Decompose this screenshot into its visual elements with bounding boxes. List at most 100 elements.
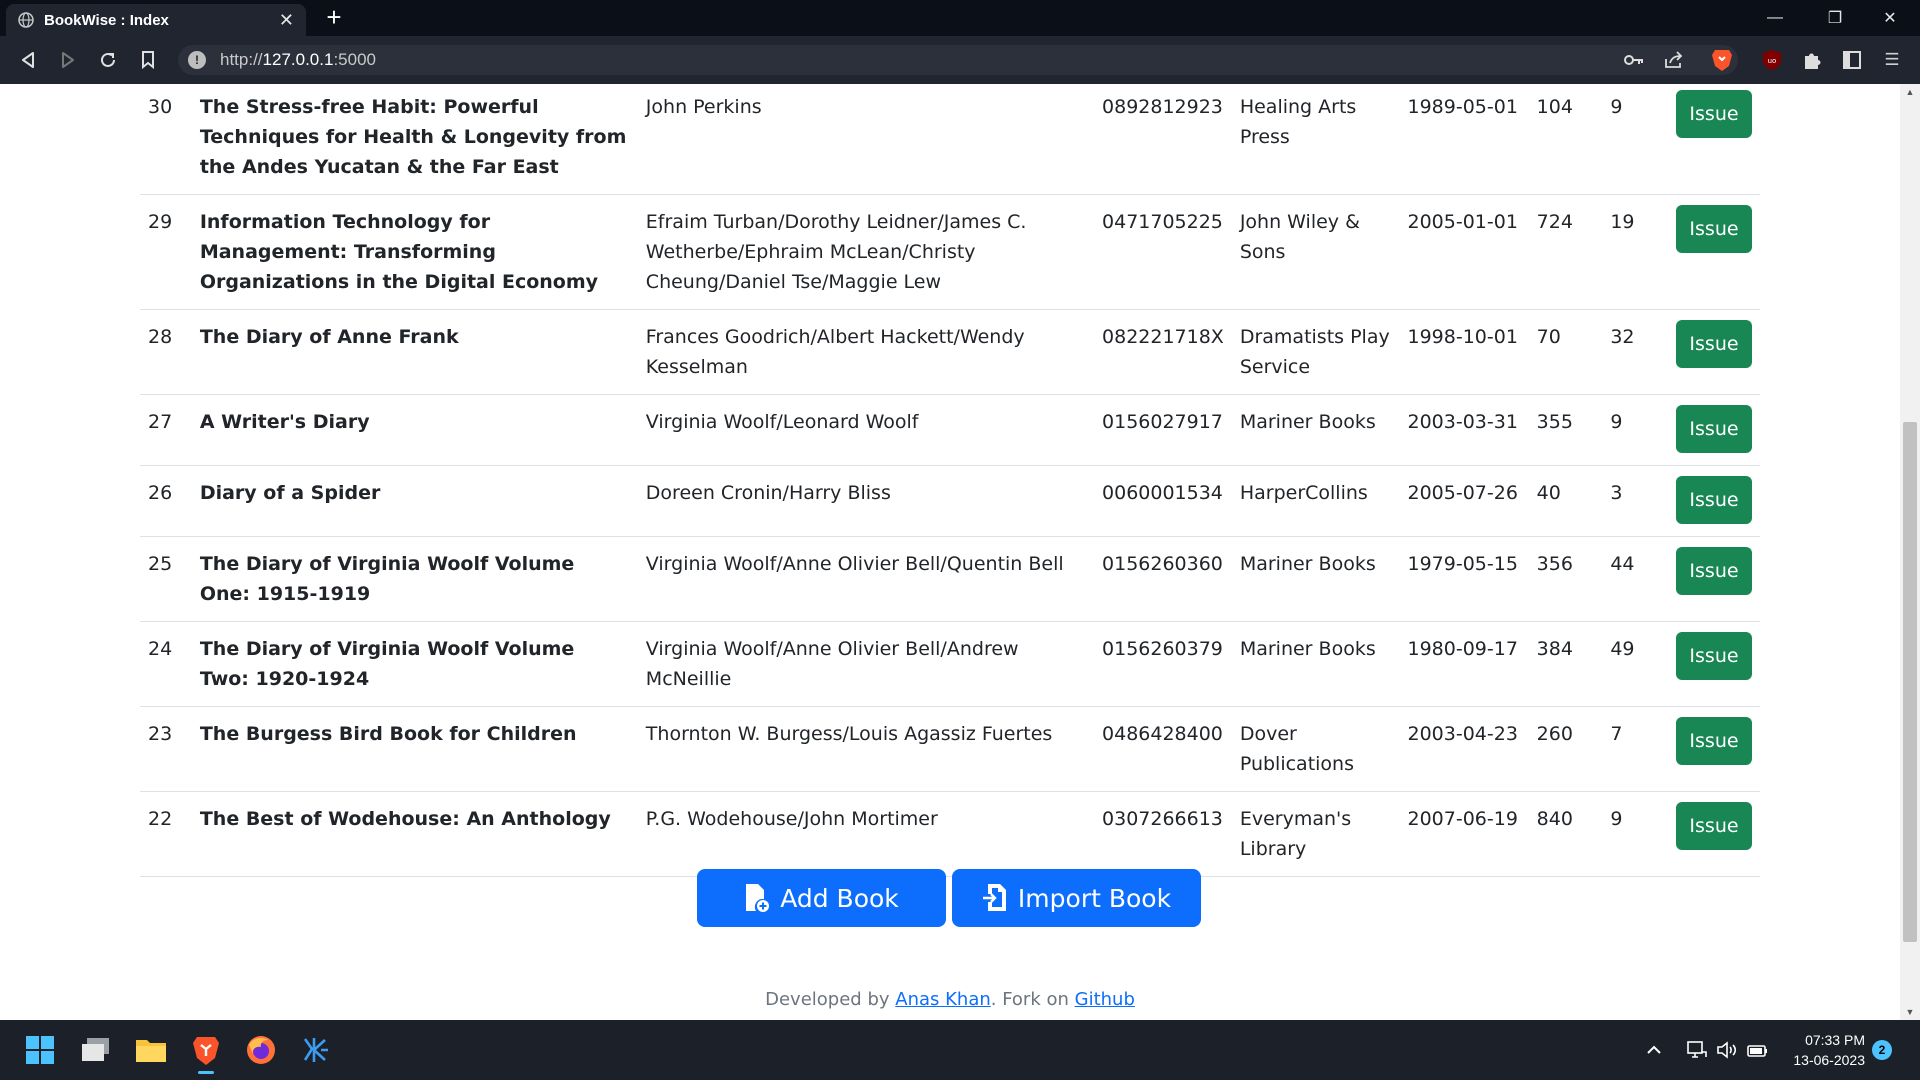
battery-icon[interactable]	[1746, 1020, 1770, 1080]
github-link[interactable]: Github	[1075, 989, 1135, 1010]
browser-tab[interactable]: BookWise : Index ✕	[6, 4, 306, 36]
brave-shield-icon[interactable]	[1710, 48, 1734, 72]
site-info-icon[interactable]: !	[188, 51, 206, 69]
file-explorer-icon[interactable]	[131, 1030, 171, 1070]
book-date: 2003-03-31	[1399, 394, 1529, 466]
windows-start-icon[interactable]	[20, 1030, 60, 1070]
issue-button[interactable]: Issue	[1676, 90, 1752, 138]
url-port: :5000	[333, 50, 376, 69]
notification-badge[interactable]: 2	[1872, 1040, 1892, 1060]
books-table: 30 The Stress-free Habit: Powerful Techni…	[140, 84, 1760, 877]
volume-icon[interactable]	[1716, 1020, 1738, 1080]
issue-button[interactable]: Issue	[1676, 320, 1752, 368]
book-quantity: 9	[1602, 791, 1668, 877]
sidebar-icon[interactable]	[1840, 48, 1864, 72]
menu-icon[interactable]: ☰	[1880, 48, 1904, 72]
issue-button[interactable]: Issue	[1676, 205, 1752, 253]
clock-date: 13-06-2023	[1793, 1052, 1865, 1068]
book-isbn: 0156260379	[1094, 621, 1232, 707]
book-isbn: 0156027917	[1094, 394, 1232, 466]
key-icon[interactable]	[1622, 48, 1646, 72]
author-link[interactable]: Anas Khan	[895, 989, 991, 1010]
import-book-button[interactable]: Import Book	[952, 869, 1201, 927]
windows-taskbar: 07:33 PM 13-06-2023	[0, 1020, 1920, 1080]
svg-text:uo: uo	[1768, 57, 1777, 65]
issue-button[interactable]: Issue	[1676, 632, 1752, 680]
book-authors: Efraim Turban/Dorothy Leidner/James C. W…	[637, 194, 1095, 310]
taskbar-clock[interactable]: 07:33 PM 13-06-2023	[1785, 1030, 1865, 1070]
book-date: 1989-05-01	[1399, 84, 1529, 195]
minimize-icon[interactable]: —	[1745, 0, 1805, 36]
table-row: 22 The Best of Wodehouse: An Anthology P.G…	[140, 791, 1760, 877]
book-id: 24	[140, 621, 192, 707]
new-tab-icon[interactable]: +	[320, 4, 348, 32]
issue-button[interactable]: Issue	[1676, 802, 1752, 850]
book-publisher: Everyman's Library	[1231, 791, 1400, 877]
book-publisher: Mariner Books	[1231, 536, 1400, 622]
book-pages: 355	[1528, 394, 1603, 466]
book-title: The Burgess Bird Book for Children	[191, 706, 638, 792]
book-authors: Thornton W. Burgess/Louis Agassiz Fuerte…	[637, 706, 1095, 792]
bookmark-icon[interactable]	[132, 44, 164, 76]
file-plus-icon	[746, 884, 770, 912]
close-window-icon[interactable]: ✕	[1860, 0, 1920, 36]
book-quantity: 49	[1602, 621, 1668, 707]
issue-button[interactable]: Issue	[1676, 405, 1752, 453]
book-action-cell: Issue	[1667, 791, 1760, 877]
table-row: 24 The Diary of Virginia Woolf Volume Two…	[140, 621, 1760, 707]
book-action-cell: Issue	[1667, 465, 1760, 537]
add-book-label: Add Book	[780, 883, 899, 913]
action-buttons: Add Book Import Book	[697, 869, 1201, 927]
book-action-cell: Issue	[1667, 309, 1760, 395]
issue-button[interactable]: Issue	[1676, 547, 1752, 595]
book-pages: 840	[1528, 791, 1603, 877]
book-pages: 104	[1528, 84, 1603, 195]
forward-icon[interactable]	[52, 44, 84, 76]
book-date: 1979-05-15	[1399, 536, 1529, 622]
globe-icon	[18, 12, 34, 28]
book-authors: Virginia Woolf/Anne Olivier Bell/Quentin…	[637, 536, 1095, 622]
book-title: A Writer's Diary	[191, 394, 638, 466]
book-quantity: 44	[1602, 536, 1668, 622]
book-publisher: Dover Publications	[1231, 706, 1400, 792]
tray-chevron-icon[interactable]	[1646, 1020, 1662, 1080]
book-pages: 384	[1528, 621, 1603, 707]
add-book-button[interactable]: Add Book	[697, 869, 946, 927]
book-authors: Virginia Woolf/Leonard Woolf	[637, 394, 1095, 466]
ublock-icon[interactable]: uo	[1760, 48, 1784, 72]
reload-icon[interactable]	[92, 44, 124, 76]
book-id: 22	[140, 791, 192, 877]
restore-icon[interactable]: ❐	[1805, 0, 1865, 36]
book-action-cell: Issue	[1667, 394, 1760, 466]
issue-button[interactable]: Issue	[1676, 476, 1752, 524]
book-title: Information Technology for Management: T…	[191, 194, 638, 310]
share-icon[interactable]	[1662, 48, 1686, 72]
task-view-icon[interactable]	[76, 1030, 116, 1070]
scroll-down-icon[interactable]: ▼	[1900, 1004, 1920, 1020]
book-title: The Stress-free Habit: Powerful Techniqu…	[191, 84, 638, 195]
book-quantity: 32	[1602, 309, 1668, 395]
issue-button[interactable]: Issue	[1676, 717, 1752, 765]
firefox-icon[interactable]	[241, 1030, 281, 1070]
book-quantity: 19	[1602, 194, 1668, 310]
back-icon[interactable]	[12, 44, 44, 76]
table-row: 23 The Burgess Bird Book for Children Thor…	[140, 706, 1760, 792]
scrollbar-thumb[interactable]	[1903, 422, 1917, 942]
network-icon[interactable]	[1686, 1020, 1708, 1080]
book-date: 2007-06-19	[1399, 791, 1529, 877]
vscode-icon[interactable]	[296, 1030, 336, 1070]
book-id: 27	[140, 394, 192, 466]
book-pages: 356	[1528, 536, 1603, 622]
tab-title: BookWise : Index	[44, 11, 169, 29]
close-tab-icon[interactable]: ✕	[279, 10, 294, 31]
book-pages: 724	[1528, 194, 1603, 310]
brave-browser-icon[interactable]	[186, 1030, 226, 1074]
book-isbn: 0471705225	[1094, 194, 1232, 310]
address-bar[interactable]: ! http://127.0.0.1:5000	[178, 45, 1738, 75]
book-action-cell: Issue	[1667, 536, 1760, 622]
book-isbn: 0156260360	[1094, 536, 1232, 622]
extensions-icon[interactable]	[1800, 48, 1824, 72]
import-book-label: Import Book	[1017, 883, 1172, 913]
book-id: 30	[140, 84, 192, 195]
scroll-up-icon[interactable]: ▲	[1900, 84, 1920, 100]
